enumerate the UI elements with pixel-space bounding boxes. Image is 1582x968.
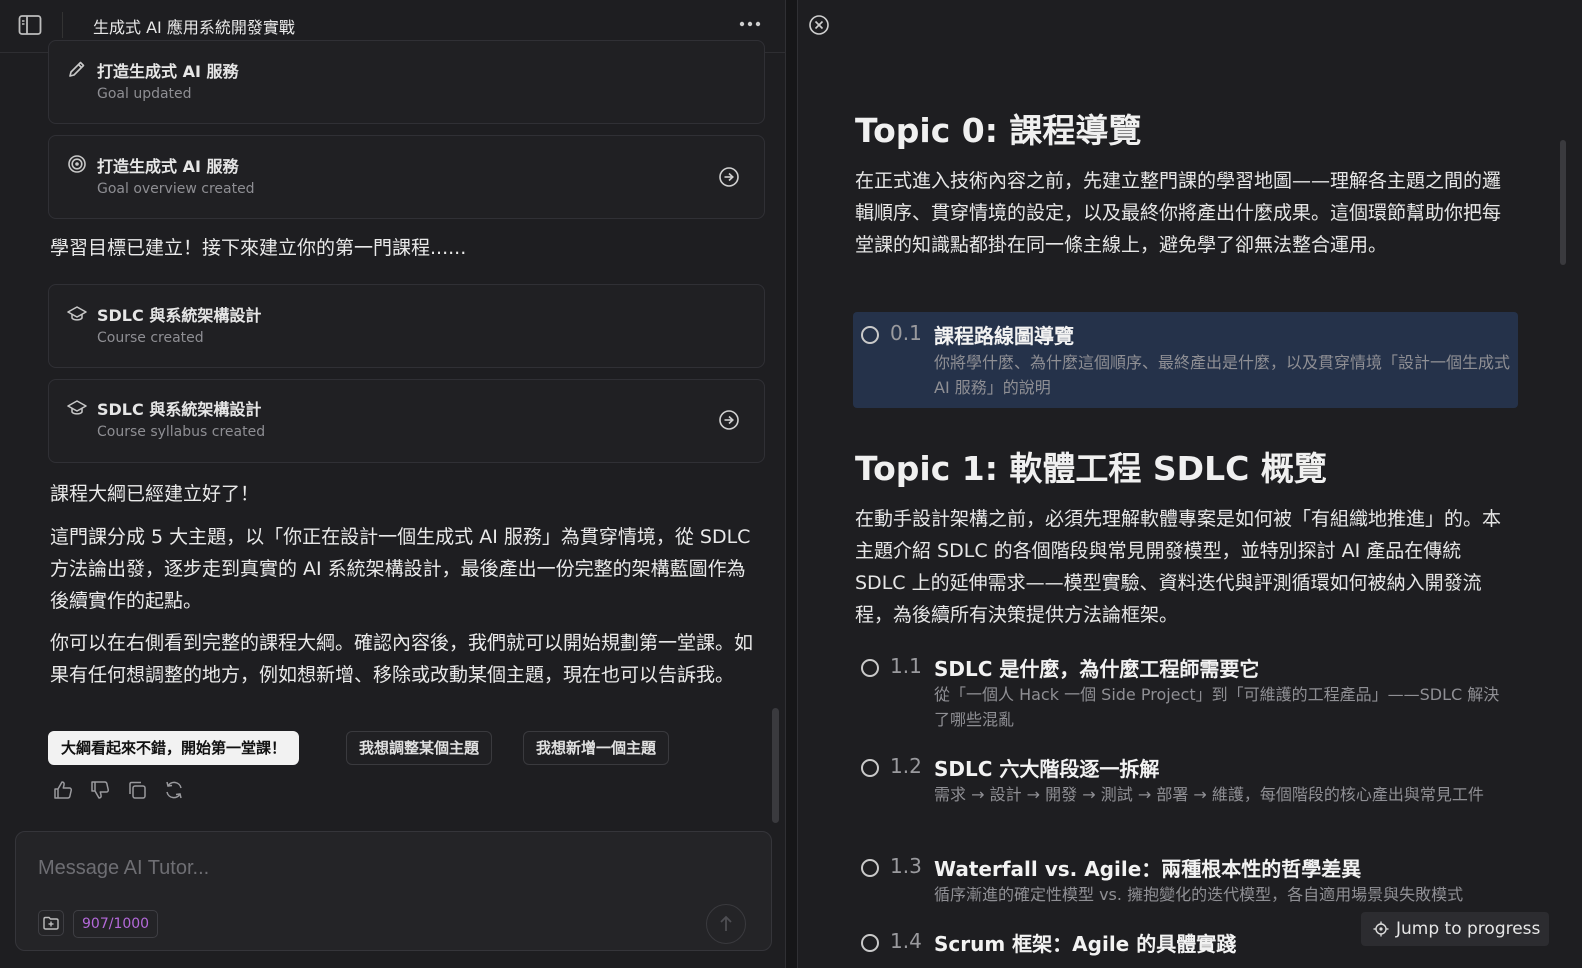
quick-reply-adjust-topic[interactable]: 我想調整某個主題 (346, 731, 493, 765)
card-title: SDLC 與系統架構設計 (97, 306, 262, 325)
message-input[interactable] (38, 854, 728, 882)
graduation-cap-icon (67, 304, 87, 324)
topic-title: Topic 0: 課程導覽 (855, 111, 1142, 150)
open-arrow-icon[interactable] (718, 409, 740, 431)
timeline-card-goal-overview[interactable]: 打造生成式 AI 服務 Goal overview created (48, 135, 765, 219)
panel-divider[interactable] (786, 0, 797, 968)
quick-reply-start-lesson[interactable]: 大綱看起來不錯，開始第一堂課！ (48, 731, 300, 765)
lesson-number: 1.1 (890, 654, 922, 678)
lesson-number: 0.1 (890, 321, 922, 345)
assistant-message-goal: 學習目標已建立！接下來建立你的第一門課程...... (50, 237, 467, 259)
thumbs-up-icon[interactable] (52, 779, 74, 801)
card-subtitle: Goal overview created (97, 181, 255, 197)
syllabus-scrollbar[interactable] (1560, 140, 1566, 265)
send-arrow-icon[interactable] (706, 904, 746, 944)
lesson-description: 需求 → 設計 → 開發 → 測試 → 部署 → 維護，每個階段的核心產出與常見… (934, 785, 1484, 804)
assistant-message-syllabus: 課程大綱已經建立好了！ (50, 483, 260, 505)
more-options-icon[interactable] (738, 14, 762, 34)
location-target-icon (1373, 921, 1389, 937)
topic-description: 在正式進入技術內容之前，先建立整門課的學習地圖——理解各主題之間的邏輯順序、貫穿… (855, 170, 1502, 256)
conversation-title: 生成式 AI 應用系統開發實戰 (93, 18, 295, 37)
thumbs-down-icon[interactable] (89, 779, 111, 801)
lesson-number: 1.2 (890, 754, 922, 778)
jump-to-progress-label: Jump to progress (1396, 919, 1541, 939)
lesson-title: SDLC 六大階段逐一拆解 (934, 757, 1160, 781)
timeline-card-goal-updated: 打造生成式 AI 服務 Goal updated (48, 40, 765, 124)
card-title: 打造生成式 AI 服務 (97, 157, 239, 176)
quick-reply-add-topic[interactable]: 我想新增一個主題 (523, 731, 670, 765)
message-composer: 907/1000 (15, 831, 772, 951)
regenerate-icon[interactable] (163, 779, 185, 801)
lesson-title: 課程路線圖導覽 (934, 324, 1074, 348)
lesson-number: 1.4 (890, 929, 922, 953)
lesson-description: 你將學什麼、為什麼這個順序、最終產出是什麼，以及貫穿情境「設計一個生成式 AI … (934, 353, 1511, 397)
lesson-description: 從「一個人 Hack 一個 Side Project」到「可維護的工程產品」——… (934, 685, 1500, 729)
chat-scrollbar[interactable] (772, 708, 779, 823)
lesson-item-0-1[interactable]: 0.1 課程路線圖導覽 你將學什麼、為什麼這個順序、最終產出是什麼，以及貫穿情境… (853, 312, 1518, 408)
card-title: SDLC 與系統架構設計 (97, 400, 262, 419)
pencil-icon (67, 59, 87, 79)
lesson-status-circle-icon[interactable] (861, 326, 879, 344)
lesson-title: Waterfall vs. Agile：兩種根本性的哲學差異 (934, 857, 1362, 881)
lesson-item-1-3[interactable]: 1.3 Waterfall vs. Agile：兩種根本性的哲學差異 循序漸進的… (853, 852, 1518, 918)
timeline-card-syllabus-created[interactable]: SDLC 與系統架構設計 Course syllabus created (48, 379, 765, 463)
lesson-description: 循序漸進的確定性模型 vs. 擁抱變化的迭代模型，各自適用場景與失敗模式 (934, 885, 1464, 904)
assistant-message-next-step: 你可以在右側看到完整的課程大綱。確認內容後，我們就可以開始規劃第一堂課。如果有任… (50, 632, 754, 686)
header-separator (62, 12, 63, 38)
lesson-status-circle-icon[interactable] (861, 859, 879, 877)
graduation-cap-icon (67, 398, 87, 418)
lesson-status-circle-icon[interactable] (861, 659, 879, 677)
jump-to-progress-button[interactable]: Jump to progress (1361, 912, 1549, 946)
open-arrow-icon[interactable] (718, 166, 740, 188)
attach-file-icon[interactable] (38, 910, 64, 936)
lesson-item-1-2[interactable]: 1.2 SDLC 六大階段逐一拆解 需求 → 設計 → 開發 → 測試 → 部署… (853, 752, 1518, 842)
topic-title: Topic 1: 軟體工程 SDLC 概覽 (855, 449, 1327, 488)
sidebar-toggle-icon[interactable] (18, 14, 42, 36)
card-title: 打造生成式 AI 服務 (97, 62, 239, 81)
timeline-card-course-created: SDLC 與系統架構設計 Course created (48, 284, 765, 368)
target-icon (67, 154, 87, 174)
lesson-item-1-1[interactable]: 1.1 SDLC 是什麼，為什麼工程師需要它 從「一個人 Hack 一個 Sid… (853, 652, 1518, 742)
lesson-status-circle-icon[interactable] (861, 934, 879, 952)
topic-description: 在動手設計架構之前，必須先理解軟體專案是如何被「有組織地推進」的。本主題介紹 S… (855, 508, 1502, 626)
chat-panel: 生成式 AI 應用系統開發實戰 打造生成式 AI 服務 Goal updated… (0, 0, 786, 968)
assistant-message-summary: 這門課分成 5 大主題，以「你正在設計一個生成式 AI 服務」為貫穿情境，從 S… (50, 526, 751, 612)
copy-icon[interactable] (126, 779, 148, 801)
character-counter: 907/1000 (73, 910, 159, 938)
lesson-number: 1.3 (890, 854, 922, 878)
close-icon[interactable] (808, 14, 830, 36)
syllabus-panel: Topic 0: 課程導覽 在正式進入技術內容之前，先建立整門課的學習地圖——理… (797, 0, 1582, 968)
lesson-title: SDLC 是什麼，為什麼工程師需要它 (934, 657, 1260, 681)
card-subtitle: Course created (97, 330, 204, 346)
lesson-status-circle-icon[interactable] (861, 759, 879, 777)
card-subtitle: Goal updated (97, 86, 192, 102)
lesson-title: Scrum 框架：Agile 的具體實踐 (934, 932, 1237, 956)
card-subtitle: Course syllabus created (97, 424, 266, 440)
